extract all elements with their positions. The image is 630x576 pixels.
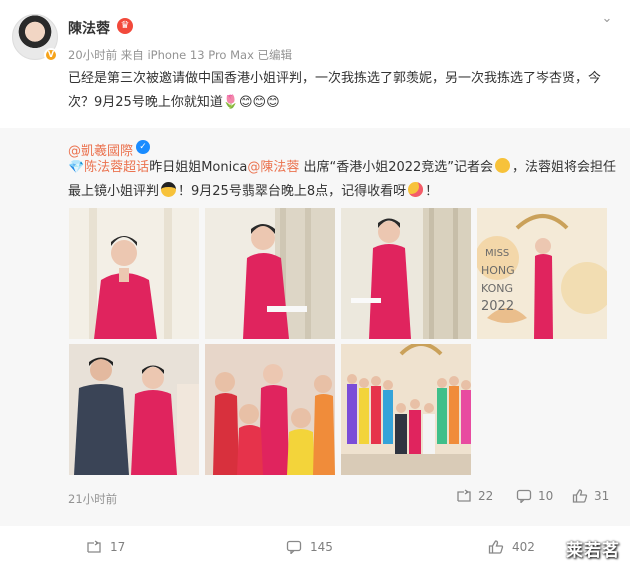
post-text: 已经是第三次被邀请做中国香港小姐评判，一次我拣选了郭羡妮，另一次我拣选了岑杏贤，…	[68, 71, 602, 110]
photo-7[interactable]	[341, 344, 471, 475]
repost-text-part: 出席“香港小姐2022竞选”记者会	[299, 160, 494, 175]
repost-text-part: ！	[425, 184, 439, 199]
photo-6[interactable]	[205, 344, 335, 475]
post-meta: 20小时前 来自 iPhone 13 Pro Max 已编辑	[68, 48, 293, 62]
forward-count: 17	[110, 540, 126, 554]
photo-4[interactable]: MISS HONG KONG 2022	[477, 208, 607, 339]
comment-button[interactable]: 145	[286, 540, 333, 556]
repost-text: 💎陈法蓉超话昨日姐姐Monica@陳法蓉 出席“香港小姐2022竞选”记者会 ，法…	[68, 156, 624, 204]
repost-icon	[86, 540, 102, 554]
photo-3[interactable]	[341, 208, 471, 339]
like-icon	[572, 489, 588, 503]
comment-count: 145	[310, 540, 333, 554]
like-button[interactable]: 402	[488, 540, 535, 554]
super-topic-link[interactable]: 💎陈法蓉超话	[68, 160, 149, 175]
photo-2[interactable]	[205, 208, 335, 339]
repost-like-count: 31	[594, 489, 610, 503]
svg-text:MISS: MISS	[485, 248, 509, 259]
repost-icon	[456, 489, 472, 503]
photo-5[interactable]	[69, 344, 199, 475]
blue-verified-icon: ✓	[136, 140, 150, 154]
kiss-emoji-icon	[408, 182, 424, 197]
repost-forward-button[interactable]: 22	[456, 489, 493, 503]
comment-icon	[516, 489, 532, 505]
username[interactable]: 陳法蓉	[68, 18, 110, 38]
weibo-post: V 陳法蓉 ♛ 20小时前 来自 iPhone 13 Pro Max 已编辑 ⌄…	[0, 0, 630, 576]
repost-text-part: 昨日姐姐Monica	[149, 160, 248, 175]
svg-text:HONG: HONG	[481, 264, 515, 277]
mention-link[interactable]: @陳法蓉	[247, 160, 299, 175]
like-count: 402	[512, 540, 535, 554]
repost-text-part: ！9月25号翡翠台晚上8点，记得收看呀	[178, 184, 407, 199]
member-crown-icon: ♛	[117, 18, 133, 34]
svg-text:KONG: KONG	[481, 282, 513, 295]
photo-1[interactable]	[69, 208, 199, 339]
more-icon[interactable]: ⌄	[600, 12, 614, 26]
blush-emoji-icon	[495, 158, 511, 173]
watermark: 莱若茗	[566, 541, 620, 561]
repost-time[interactable]: 21小时前	[68, 491, 117, 507]
like-icon	[488, 540, 504, 554]
comment-icon	[286, 540, 302, 556]
repost-comment-button[interactable]: 10	[516, 489, 554, 505]
repost-forward-count: 22	[478, 489, 494, 503]
repost-like-button[interactable]: 31	[572, 489, 609, 503]
repost-comment-count: 10	[538, 489, 554, 503]
svg-text:2022: 2022	[481, 299, 514, 314]
forward-button[interactable]: 17	[86, 540, 125, 554]
verified-badge-icon: V	[44, 48, 58, 62]
sunglasses-emoji-icon	[161, 182, 177, 197]
